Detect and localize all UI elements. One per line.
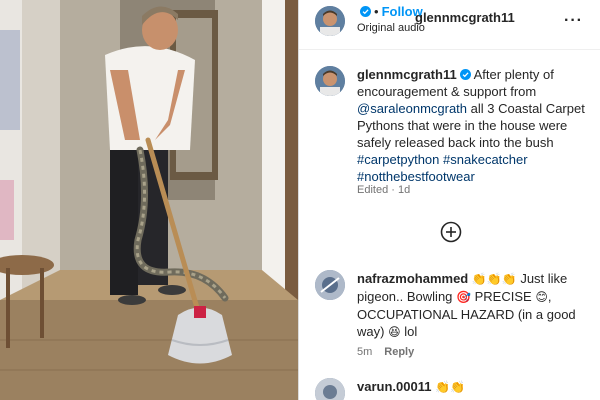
author-avatar[interactable] <box>315 6 345 36</box>
comment-body-b: PRECISE <box>474 289 532 304</box>
comment-text: nafrazmohammed 👏👏👏 Just like pigeon.. Bo… <box>357 270 591 341</box>
comment-text: varun.00011 👏👏 <box>357 378 591 396</box>
comment-meta: 5m Reply <box>357 346 414 358</box>
target-emoji: 🎯 <box>456 290 471 304</box>
hashtag-link[interactable]: #carpetpython <box>357 152 439 167</box>
hashtag-link[interactable]: #notthebestfootwear <box>357 169 475 184</box>
more-options-icon[interactable]: ··· <box>564 12 583 30</box>
caption-username[interactable]: glennmcgrath11 <box>357 67 457 82</box>
commenter-username[interactable]: varun.00011 <box>357 379 431 394</box>
verified-badge-icon <box>459 69 471 80</box>
header-title-line: glennmcgrath11 • Follow <box>357 4 515 25</box>
comment-time: 5m <box>357 346 373 358</box>
clap-emoji: 👏👏👏 <box>471 272 517 286</box>
comment-body-d: lol <box>404 324 418 339</box>
video-frame <box>0 0 298 400</box>
mention-link[interactable]: @saraleonmcgrath <box>357 101 467 116</box>
hashtag-link[interactable]: #snakecatcher <box>443 152 528 167</box>
verified-badge-icon <box>360 6 371 17</box>
audio-label[interactable]: Original audio <box>357 22 425 34</box>
commenter-username[interactable]: nafrazmohammed <box>357 271 468 286</box>
clap-emoji: 👏👏 <box>435 380 465 394</box>
commenter-avatar[interactable] <box>315 270 345 300</box>
caption-author-avatar[interactable] <box>315 66 345 96</box>
post-video[interactable] <box>0 0 298 400</box>
separator-dot: • <box>374 4 379 19</box>
smile-emoji: 😊 <box>535 290 548 304</box>
author-username[interactable]: glennmcgrath11 <box>415 10 515 25</box>
caption-text: glennmcgrath11 After plenty of encourage… <box>357 66 587 185</box>
post-side-panel: glennmcgrath11 • Follow Original audio ···… <box>298 0 600 400</box>
post-header: glennmcgrath11 • Follow Original audio ··· <box>299 0 600 50</box>
load-more-comments-icon[interactable] <box>440 221 462 243</box>
reply-button[interactable]: Reply <box>384 346 414 358</box>
post-meta: Edited · 1d <box>357 184 411 196</box>
laugh-emoji: 😆 <box>388 325 401 339</box>
commenter-avatar[interactable] <box>315 378 345 400</box>
